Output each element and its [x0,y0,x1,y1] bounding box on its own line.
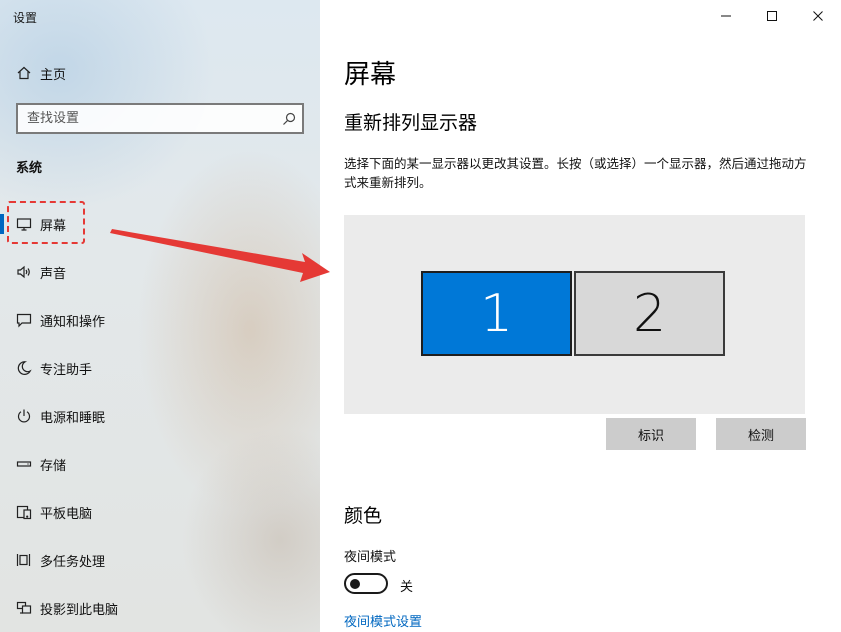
identify-button[interactable]: 标识 [606,418,696,450]
search-icon[interactable] [276,112,302,126]
sidebar-item-label: 投影到此电脑 [40,602,119,618]
sidebar-nav: 屏幕 声音 通知和操作 专注助手 电源和睡眠 存储 平板电脑 多任务处理 投影到… [0,200,320,632]
sidebar-item-project[interactable]: 投影到此电脑 [0,584,320,632]
window-controls [703,0,841,32]
sidebar-item-label: 多任务处理 [40,554,106,570]
search-box[interactable] [16,103,304,134]
toggle-knob [350,578,360,589]
maximize-button[interactable] [749,0,795,32]
monitor-2[interactable]: 2 [574,271,725,356]
monitor-1[interactable]: 1 [421,271,572,356]
sidebar-item-notifications[interactable]: 通知和操作 [0,296,320,344]
sidebar-item-focus-assist[interactable]: 专注助手 [0,344,320,392]
app-title: 设置 [13,11,38,25]
sidebar-item-label: 声音 [40,266,67,282]
sidebar-item-tablet[interactable]: 平板电脑 [0,488,320,536]
home-label: 主页 [40,67,67,83]
sidebar-item-label: 平板电脑 [40,506,93,522]
maximize-icon [767,11,777,21]
sidebar-item-multitasking[interactable]: 多任务处理 [0,536,320,584]
sidebar-item-sound[interactable]: 声音 [0,248,320,296]
close-icon [813,11,823,21]
display-arrangement-area: 1 2 [344,215,805,414]
sidebar-item-label: 通知和操作 [40,314,106,330]
sidebar-item-storage[interactable]: 存储 [0,440,320,488]
sidebar-item-label: 专注助手 [40,362,93,378]
night-light-state: 关 [400,580,414,595]
minimize-button[interactable] [703,0,749,32]
section-label-system: 系统 [16,161,43,176]
sidebar-item-label: 电源和睡眠 [40,410,106,426]
rearrange-description: 选择下面的某一显示器以更改其设置。长按（或选择）一个显示器，然后通过拖动方式来重… [344,156,807,190]
sidebar-item-home[interactable]: 主页 [0,58,320,88]
minimize-icon [721,15,731,17]
close-button[interactable] [795,0,841,32]
search-input[interactable] [27,111,276,126]
night-light-label: 夜间模式 [344,550,397,565]
sidebar: 设置 主页 系统 屏幕 声音 通知和操作 [0,0,320,632]
page-title: 屏幕 [344,60,397,90]
night-light-toggle[interactable] [344,573,388,594]
night-light-settings-link[interactable]: 夜间模式设置 [344,611,422,630]
sidebar-item-label: 屏幕 [40,218,67,234]
sidebar-item-power[interactable]: 电源和睡眠 [0,392,320,440]
main-panel: 屏幕 重新排列显示器 选择下面的某一显示器以更改其设置。长按（或选择）一个显示器… [320,0,841,632]
color-section-title: 颜色 [344,505,383,527]
rearrange-displays-title: 重新排列显示器 [344,112,478,134]
sidebar-item-display[interactable]: 屏幕 [0,200,320,248]
sidebar-item-label: 存储 [40,458,67,474]
detect-button[interactable]: 检测 [716,418,806,450]
